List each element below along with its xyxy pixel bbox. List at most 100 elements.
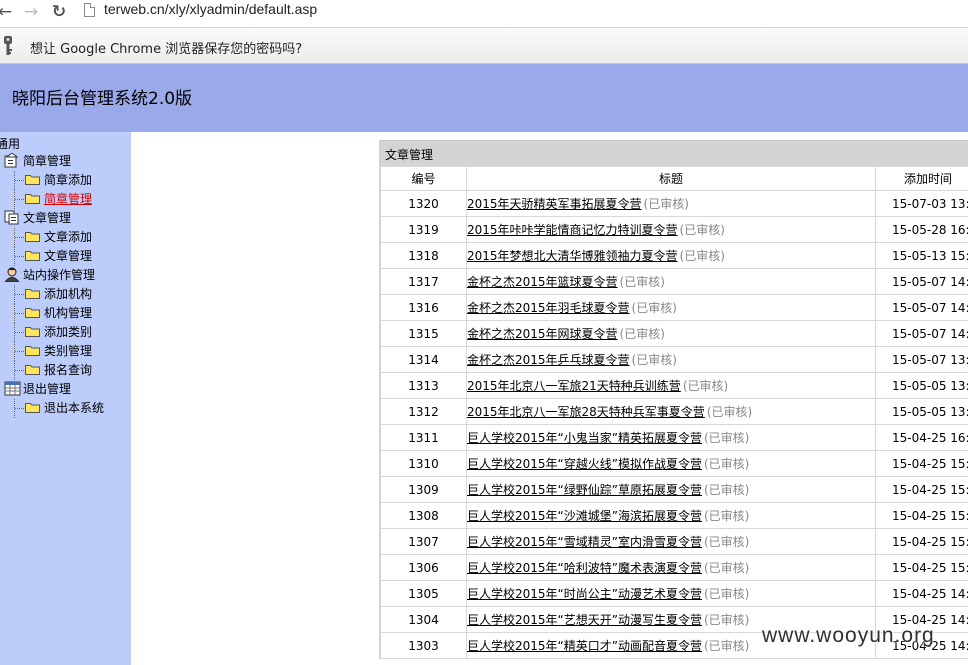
row-date: 15-05-28 16:00 [875, 216, 968, 243]
article-title-link[interactable]: 2015年天骄精英军事拓展夏令营 [468, 197, 642, 211]
article-title-link[interactable]: 巨人学校2015年“哈利波特”魔术表演夏令营 [468, 561, 702, 575]
row-date: 15-04-25 16:11 [875, 424, 968, 451]
folder-icon [25, 365, 40, 375]
review-status: (已审核) [631, 353, 677, 367]
review-status: (已审核) [643, 197, 689, 211]
sidebar-item-article-add[interactable]: 文章添加 [14, 228, 92, 247]
article-title-link[interactable]: 金杯之杰2015年网球夏令营 [468, 327, 618, 341]
row-id: 1311 [380, 424, 467, 451]
review-status: (已审核) [703, 639, 750, 653]
watermark: www.wooyun.org [762, 624, 935, 647]
table-row: 1309 巨人学校2015年“绿野仙踪”草原拓展夏令营 (已审核) 15-04-25 … [380, 476, 968, 503]
row-id: 1314 [380, 346, 467, 373]
sidebar-item-brochure-manage[interactable]: 简章管理 [14, 190, 92, 209]
sidebar-item-label: 文章管理 [44, 249, 93, 263]
sidebar-item-logout[interactable]: 退出本系统 [14, 399, 104, 418]
row-date: 15-04-25 14:50 [875, 580, 968, 607]
article-title-link[interactable]: 巨人学校2015年“雪域精灵”室内滑雪夏令营 [468, 535, 702, 549]
sidebar-group-logout[interactable]: 退出管理 [4, 380, 71, 399]
page-icon [84, 3, 95, 17]
article-title-link[interactable]: 巨人学校2015年“小鬼当家”精英拓展夏令营 [468, 431, 702, 445]
sidebar-item-label: 添加机构 [44, 287, 93, 301]
sidebar-item-add-org[interactable]: 添加机构 [14, 285, 92, 304]
review-status: (已审核) [631, 301, 677, 315]
user-icon [4, 267, 20, 282]
review-status: (已审核) [706, 405, 753, 419]
row-id: 1303 [380, 632, 467, 659]
address-bar[interactable]: terweb.cn/xly/xlyadmin/default.asp [104, 1, 317, 17]
browser-toolbar: ← → ↻ terweb.cn/xly/xlyadmin/default.asp [0, 0, 968, 28]
table-row: 1307 巨人学校2015年“雪域精灵”室内滑雪夏令营 (已审核) 15-04-25 … [380, 528, 968, 555]
row-date: 15-04-25 15:58 [875, 450, 968, 477]
sidebar-item-category-manage[interactable]: 类别管理 [14, 342, 92, 361]
back-arrow-icon[interactable]: ← [0, 2, 16, 22]
article-title-link[interactable]: 2015年北京八一军旅21天特种兵训练营 [468, 379, 681, 393]
row-date: 15-05-13 15:05 [875, 242, 968, 269]
table-row: 1312 2015年北京八一军旅28天特种兵军事夏令营 (已审核) 15-05-05 … [380, 398, 968, 425]
sidebar-item-article-manage[interactable]: 文章管理 [14, 247, 92, 266]
review-status: (已审核) [682, 379, 729, 393]
app-header: 晓阳后台管理系统2.0版 [0, 64, 968, 132]
row-id: 1320 [380, 190, 467, 217]
row-id: 1307 [380, 528, 467, 555]
article-title-link[interactable]: 巨人学校2015年“绿野仙踪”草原拓展夏令营 [468, 483, 702, 497]
row-date: 15-05-05 13:33 [875, 398, 968, 425]
sidebar-group-label: 退出管理 [23, 382, 72, 396]
table-row: 13182015年梦想北大清华博雅领袖力夏令营(已审核) 15-05-13 15:… [380, 242, 968, 269]
table-row: 1313 2015年北京八一军旅21天特种兵训练营 (已审核) 15-05-05 13… [380, 372, 968, 399]
table-row: 1308 巨人学校2015年“沙滩城堡”海滨拓展夏令营 (已审核) 15-04-25 … [380, 502, 968, 529]
sidebar-group-label: 简章管理 [23, 154, 72, 168]
sidebar-item-org-manage[interactable]: 机构管理 [14, 304, 92, 323]
sidebar-group-label: 文章管理 [23, 211, 72, 225]
infobar-message: 想让 Google Chrome 浏览器保存您的密码吗? [30, 42, 303, 57]
sidebar-group-label: 站内操作管理 [23, 268, 96, 282]
row-date: 15-05-07 14:08 [875, 320, 968, 347]
sidebar-item-signup-query[interactable]: 报名查询 [14, 361, 92, 380]
password-save-infobar: 想让 Google Chrome 浏览器保存您的密码吗? [0, 28, 968, 64]
row-date: 15-04-25 15:35 [875, 502, 968, 529]
sidebar-item-add-category[interactable]: 添加类别 [14, 323, 92, 342]
document-settings-icon [4, 153, 19, 168]
reload-icon[interactable]: ↻ [48, 2, 70, 22]
article-title-link[interactable]: 巨人学校2015年“穿越火线”模拟作战夏令营 [468, 457, 702, 471]
article-title-link[interactable]: 金杯之杰2015年篮球夏令营 [468, 275, 618, 289]
sidebar-item-brochure-add[interactable]: 简章添加 [14, 171, 92, 190]
sidebar-group-site-ops[interactable]: 站内操作管理 [4, 266, 95, 285]
row-date: 15-07-03 13:36 [875, 190, 968, 217]
table-row: 13192015年咔咔学能情商记忆力特训夏令营(已审核) 15-05-28 16:… [380, 216, 968, 243]
article-title-link[interactable]: 2015年北京八一军旅28天特种兵军事夏令营 [468, 405, 705, 419]
article-title-link[interactable]: 金杯之杰2015年乒乓球夏令营 [468, 353, 630, 367]
review-status: (已审核) [703, 613, 750, 627]
sidebar: 通用 简章管理 简章添加 简章管理 文章管理 文章添加 文章管理 站内操作管理 … [0, 132, 131, 665]
column-header-date: 添加时间 [875, 166, 968, 191]
table-row: 1315金杯之杰2015年网球夏令营(已审核) 15-05-07 14:08 [380, 320, 968, 347]
row-id: 1315 [380, 320, 467, 347]
article-title-link[interactable]: 2015年咔咔学能情商记忆力特训夏令营 [468, 223, 678, 237]
row-date: 15-04-25 15:47 [875, 476, 968, 503]
row-id: 1319 [380, 216, 467, 243]
sidebar-item-label: 退出本系统 [44, 401, 105, 415]
article-title-link[interactable]: 金杯之杰2015年羽毛球夏令营 [468, 301, 630, 315]
app-title: 晓阳后台管理系统2.0版 [12, 89, 193, 109]
article-title-link[interactable]: 巨人学校2015年“精英口才”动画配音夏令营 [468, 639, 702, 653]
review-status: (已审核) [619, 275, 665, 289]
forward-arrow-icon[interactable]: → [20, 2, 42, 22]
sidebar-item-label: 类别管理 [44, 344, 93, 358]
sidebar-item-label: 添加类别 [44, 325, 93, 339]
table-row: 1314金杯之杰2015年乒乓球夏令营(已审核) 15-05-07 13:35 [380, 346, 968, 373]
folder-icon [25, 346, 40, 356]
panel-title: 文章管理 [380, 140, 968, 166]
key-icon [4, 36, 12, 55]
article-title-link[interactable]: 巨人学校2015年“沙滩城堡”海滨拓展夏令营 [468, 509, 702, 523]
sidebar-group-brochure[interactable]: 简章管理 [4, 152, 71, 171]
article-title-link[interactable]: 巨人学校2015年“艺想天开”动漫写生夏令营 [468, 613, 702, 627]
column-header-title: 标题 [466, 166, 876, 191]
calendar-grid-icon [4, 381, 21, 396]
article-title-link[interactable]: 2015年梦想北大清华博雅领袖力夏令营 [468, 249, 678, 263]
row-id: 1317 [380, 268, 467, 295]
table-row: 1317金杯之杰2015年篮球夏令营(已审核) 15-05-07 14:13 [380, 268, 968, 295]
sidebar-item-label: 报名查询 [44, 363, 93, 377]
article-title-link[interactable]: 巨人学校2015年“时尚公主”动漫艺术夏令营 [468, 587, 702, 601]
row-id: 1306 [380, 554, 467, 581]
sidebar-group-article[interactable]: 文章管理 [4, 209, 71, 228]
